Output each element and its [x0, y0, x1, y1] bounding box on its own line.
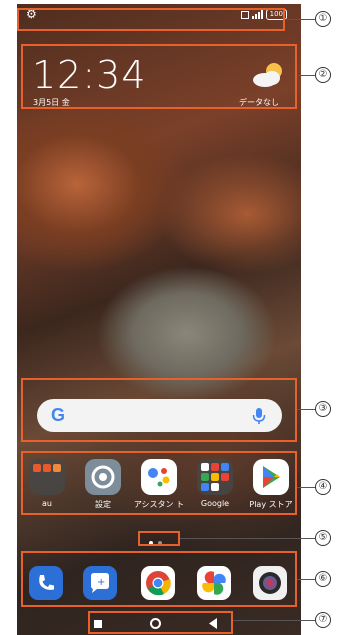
leader-line: [297, 487, 315, 488]
callout-frame-page-indicator: [138, 531, 180, 546]
callout-frame-dock: [21, 551, 297, 607]
callout-number-4: ④: [315, 479, 331, 495]
leader-line: [297, 75, 315, 76]
callout-number-3: ③: [315, 401, 331, 417]
leader-line: [285, 19, 315, 20]
callout-number-5: ⑤: [315, 530, 331, 546]
leader-line: [297, 579, 315, 580]
callout-number-1: ①: [315, 11, 331, 27]
callout-number-2: ②: [315, 67, 331, 83]
callout-number-7: ⑦: [315, 612, 331, 628]
callout-frame-search: [21, 378, 297, 442]
leader-line: [297, 409, 315, 410]
callout-frame-apps: [21, 451, 297, 515]
callout-frame-widgets: [21, 44, 297, 109]
callout-number-6: ⑥: [315, 571, 331, 587]
callout-frame-status-bar: [17, 8, 285, 31]
leader-line: [180, 538, 315, 539]
leader-line: [233, 620, 315, 621]
callout-frame-nav-bar: [88, 611, 233, 634]
